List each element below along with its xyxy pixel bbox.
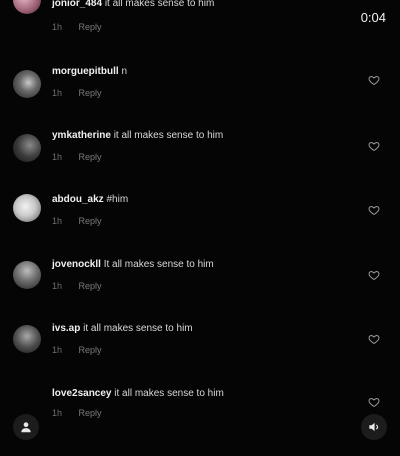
- comment-line: abdou_akz #him: [52, 194, 128, 205]
- comment-meta: 1h Reply: [52, 216, 102, 226]
- avatar[interactable]: [13, 194, 41, 222]
- comment-line: jonior_484 it all makes sense to him: [52, 0, 214, 9]
- comment-line: ivs.ap it all makes sense to him: [52, 323, 193, 334]
- comment-username[interactable]: abdou_akz: [52, 194, 104, 205]
- comment-age: 1h: [52, 281, 63, 291]
- reply-button[interactable]: Reply: [79, 88, 102, 98]
- comment-item: love2sancey it all makes sense to him 1h…: [0, 386, 400, 446]
- comment-item: ivs.ap it all makes sense to him 1h Repl…: [0, 321, 400, 381]
- comment-line: morguepitbull n: [52, 66, 127, 77]
- comment-age: 1h: [52, 152, 63, 162]
- comment-meta: 1h Reply: [52, 408, 102, 418]
- comment-meta: 1h Reply: [52, 88, 102, 98]
- heart-icon[interactable]: [368, 140, 380, 152]
- comment-meta: 1h Reply: [52, 345, 102, 355]
- avatar[interactable]: [13, 325, 41, 353]
- comment-line: ymkatherine it all makes sense to him: [52, 130, 223, 141]
- comment-text: it all makes sense to him: [104, 0, 215, 9]
- comment-username[interactable]: jonior_484: [52, 0, 102, 9]
- comment-meta: 1h Reply: [52, 281, 102, 291]
- avatar[interactable]: [13, 261, 41, 289]
- comment-meta: 1h Reply: [52, 22, 102, 32]
- comment-username[interactable]: ivs.ap: [52, 323, 80, 334]
- avatar[interactable]: [13, 70, 41, 98]
- avatar[interactable]: [13, 0, 41, 14]
- comment-age: 1h: [52, 345, 63, 355]
- heart-icon[interactable]: [368, 333, 380, 345]
- comment-meta: 1h Reply: [52, 152, 102, 162]
- reply-button[interactable]: Reply: [79, 216, 102, 226]
- profile-button[interactable]: [13, 414, 39, 440]
- volume-icon: [369, 422, 379, 432]
- heart-icon[interactable]: [368, 396, 380, 408]
- comment-age: 1h: [52, 216, 63, 226]
- person-icon: [21, 422, 31, 433]
- comment-text: it all makes sense to him: [114, 388, 224, 399]
- reply-button[interactable]: Reply: [79, 152, 102, 162]
- reply-button[interactable]: Reply: [79, 345, 102, 355]
- comment-text: it all makes sense to him: [113, 130, 224, 141]
- comment-age: 1h: [52, 88, 63, 98]
- volume-button[interactable]: [361, 414, 387, 440]
- reply-button[interactable]: Reply: [79, 22, 102, 32]
- comment-age: 1h: [52, 22, 63, 32]
- comment-username[interactable]: jovenockll: [52, 259, 101, 270]
- comment-username[interactable]: morguepitbull: [52, 66, 119, 77]
- comment-text: it all makes sense to him: [83, 323, 193, 334]
- comment-username[interactable]: love2sancey: [52, 388, 112, 399]
- heart-icon[interactable]: [368, 204, 380, 216]
- heart-icon[interactable]: [368, 269, 380, 281]
- comments-feed: jonior_484 it all makes sense to him 1h …: [0, 0, 400, 456]
- comment-line: jovenockll It all makes sense to him: [52, 259, 214, 270]
- comment-age: 1h: [52, 408, 63, 418]
- comment-item: ymkatherine it all makes sense to him 1h…: [0, 128, 400, 188]
- comment-text: n: [121, 66, 128, 77]
- comment-item: abdou_akz #him 1h Reply: [0, 192, 400, 252]
- reply-button[interactable]: Reply: [79, 408, 102, 418]
- avatar[interactable]: [13, 134, 41, 162]
- reply-button[interactable]: Reply: [79, 281, 102, 291]
- comment-line: love2sancey it all makes sense to him: [52, 388, 224, 399]
- heart-icon[interactable]: [368, 74, 380, 86]
- comment-item: morguepitbull n 1h Reply: [0, 64, 400, 124]
- comment-item: jovenockll It all makes sense to him 1h …: [0, 257, 400, 317]
- comment-username[interactable]: ymkatherine: [52, 130, 111, 141]
- comment-text: It all makes sense to him: [103, 259, 214, 270]
- comment-text: #him: [106, 194, 129, 205]
- video-timer: 0:04: [360, 10, 386, 25]
- comment-item: jonior_484 it all makes sense to him 1h …: [0, 0, 400, 56]
